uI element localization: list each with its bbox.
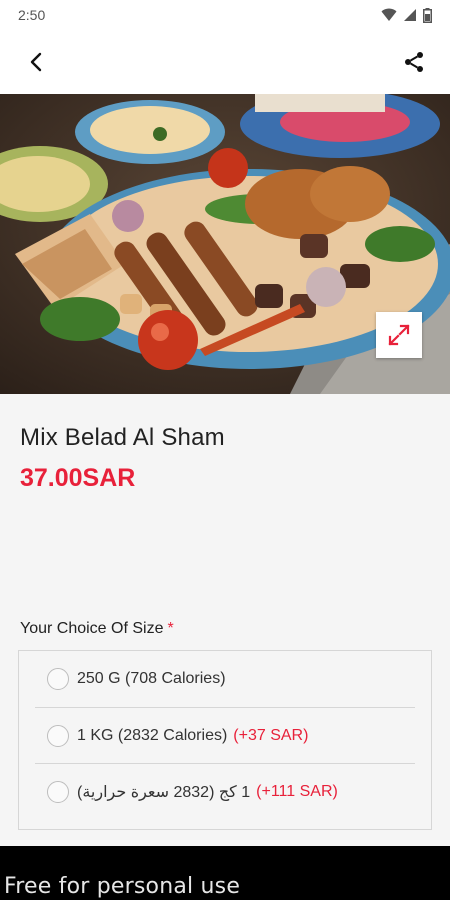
status-time: 2:50 xyxy=(18,7,46,23)
size-options-list: 250 G (708 Calories) 1 KG (2832 Calories… xyxy=(18,650,432,830)
product-details: Mix Belad Al Sham 37.00SAR Your Choice O… xyxy=(0,394,450,846)
status-icons xyxy=(381,7,432,23)
app-bar xyxy=(0,30,450,94)
share-button[interactable] xyxy=(398,46,430,78)
size-option-250g[interactable]: 250 G (708 Calories) xyxy=(35,651,415,707)
expand-icon xyxy=(388,324,410,346)
product-price: 37.00SAR xyxy=(20,464,136,492)
footer-bar: Free for personal use xyxy=(0,846,450,900)
product-hero-image xyxy=(0,94,450,394)
radio-button[interactable] xyxy=(47,668,69,690)
watermark-text: Free for personal use xyxy=(4,874,241,899)
wifi-icon xyxy=(381,8,397,21)
size-option-title: Your Choice Of Size xyxy=(20,620,164,637)
back-button[interactable] xyxy=(20,46,52,78)
status-bar: 2:50 xyxy=(0,0,450,30)
option-label: 250 G (708 Calories) xyxy=(77,670,226,687)
option-label: 1 KG (2832 Calories) xyxy=(77,726,228,744)
option-price: (+37 SAR) xyxy=(233,726,309,744)
radio-button[interactable] xyxy=(47,780,69,803)
size-option-1kg[interactable]: 1 KG (2832 Calories) (+37 SAR) xyxy=(35,707,415,763)
back-arrow-icon xyxy=(30,52,42,72)
battery-icon xyxy=(423,7,432,23)
size-option-header: Your Choice Of Size * xyxy=(20,620,174,638)
size-option-1kg-arabic[interactable]: 1 كج (2832 سعرة حرارية) (+111 SAR) xyxy=(35,763,415,819)
option-label: 1 كج (2832 سعرة حرارية) xyxy=(77,783,251,801)
required-mark: * xyxy=(167,620,174,637)
product-title: Mix Belad Al Sham xyxy=(20,424,225,451)
signal-icon xyxy=(404,9,416,21)
radio-button[interactable] xyxy=(47,724,69,747)
expand-image-button[interactable] xyxy=(376,312,422,358)
option-price: (+111 SAR) xyxy=(256,782,338,800)
share-icon xyxy=(405,52,423,72)
